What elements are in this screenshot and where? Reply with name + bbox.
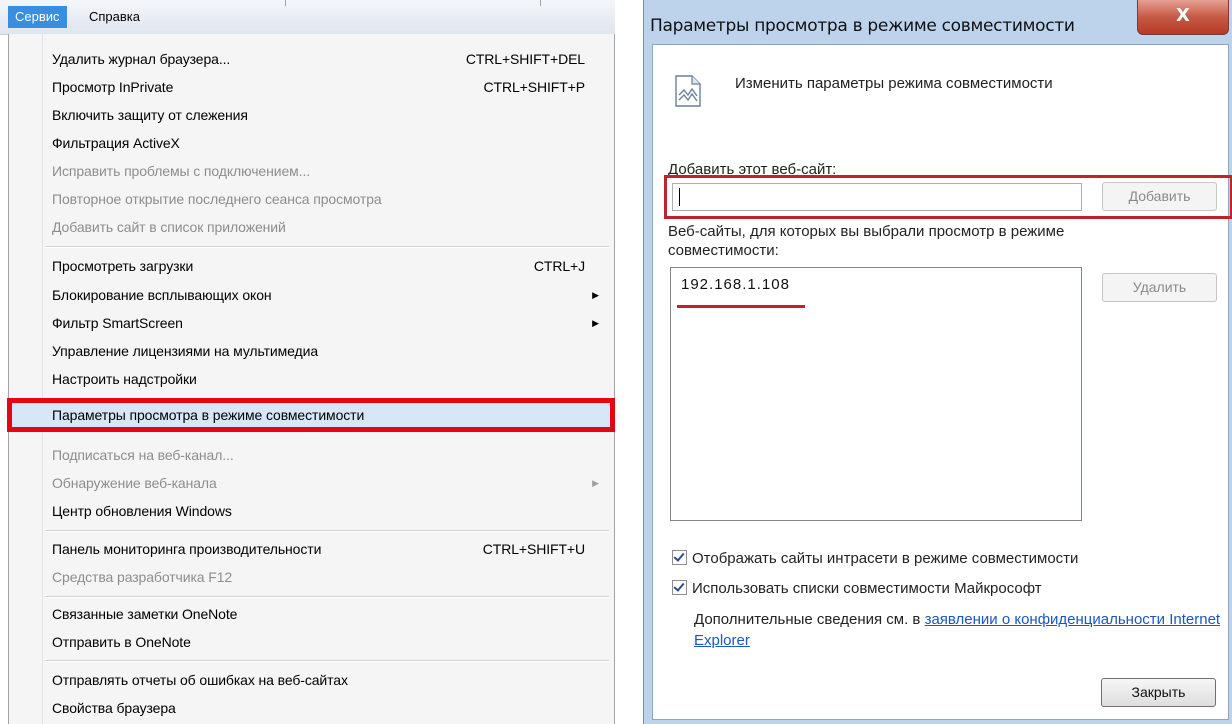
compatibility-view-dialog: Параметры просмотра в режиме совместимос… xyxy=(643,0,1232,724)
menu-item-inprivate[interactable]: Просмотр InPrivate CTRL+SHIFT+P xyxy=(11,74,611,100)
compatibility-page-icon xyxy=(675,75,701,107)
menu-bar: Сервис Справка xyxy=(0,0,615,35)
menu-item-popup-blocker[interactable]: Блокирование всплывающих окон ▶ xyxy=(11,282,611,308)
menu-item-developer-tools: Средства разработчика F12 xyxy=(11,564,611,590)
menu-item-delete-history[interactable]: Удалить журнал браузера... CTRL+SHIFT+DE… xyxy=(11,46,611,72)
menu-item-reopen-session: Повторное открытие последнего сеанса про… xyxy=(11,186,611,212)
dialog-header-text: Изменить параметры режима совместимости xyxy=(735,75,1053,92)
menu-help[interactable]: Справка xyxy=(82,6,147,28)
menu-service[interactable]: Сервис xyxy=(8,6,67,28)
menu-item-label: Отправить в OneNote xyxy=(52,634,191,650)
annotation-highlight-box xyxy=(664,175,1232,219)
checkbox-label: Использовать списки совместимости Майкро… xyxy=(692,580,1042,597)
menu-item-label: Связанные заметки OneNote xyxy=(52,606,238,622)
menu-item-compatibility-view-settings[interactable]: Параметры просмотра в режиме совместимос… xyxy=(7,398,615,432)
menu-item-label: Блокирование всплывающих окон xyxy=(52,287,272,303)
menu-item-label: Просмотр InPrivate xyxy=(52,79,174,95)
intranet-compat-checkbox[interactable] xyxy=(672,550,687,565)
menu-item-shortcut: CTRL+SHIFT+U xyxy=(482,541,585,557)
close-button[interactable]: Закрыть xyxy=(1101,678,1216,707)
menu-item-label: Средства разработчика F12 xyxy=(52,569,233,585)
menu-item-downloads[interactable]: Просмотреть загрузки CTRL+J xyxy=(11,253,611,279)
menu-item-label: Повторное открытие последнего сеанса про… xyxy=(52,191,382,207)
menu-item-fix-connection: Исправить проблемы с подключением... xyxy=(11,158,611,184)
menu-item-label: Добавить сайт в список приложений xyxy=(52,219,286,235)
submenu-arrow-icon: ▶ xyxy=(592,478,599,488)
menu-item-report-website-problems[interactable]: Отправлять отчеты об ошибках на веб-сайт… xyxy=(11,667,611,693)
menu-item-label: Центр обновления Windows xyxy=(52,503,232,519)
dialog-title: Параметры просмотра в режиме совместимос… xyxy=(650,16,1075,36)
menu-item-smartscreen[interactable]: Фильтр SmartScreen ▶ xyxy=(11,310,611,336)
menu-item-label: Фильтр SmartScreen xyxy=(52,315,183,331)
submenu-arrow-icon: ▶ xyxy=(592,290,599,300)
menu-item-shortcut: CTRL+SHIFT+DEL xyxy=(465,51,585,67)
menu-item-media-licenses[interactable]: Управление лицензиями на мультимедиа xyxy=(11,338,611,364)
menu-item-activex-filtering[interactable]: Фильтрация ActiveX xyxy=(11,130,611,156)
menu-item-add-to-apps: Добавить сайт в список приложений xyxy=(11,214,611,240)
remove-button[interactable]: Удалить xyxy=(1102,273,1217,302)
menu-item-label: Обнаружение веб-канала xyxy=(52,475,217,491)
privacy-info-text: Дополнительные сведения см. в заявлении … xyxy=(694,609,1232,651)
menu-item-internet-options[interactable]: Свойства браузера xyxy=(11,695,611,721)
menu-item-shortcut: CTRL+SHIFT+P xyxy=(483,79,586,95)
menu-separator xyxy=(45,660,609,662)
menu-item-label: Просмотреть загрузки xyxy=(52,258,194,274)
menubar-divider xyxy=(540,0,541,6)
menu-item-send-to-onenote[interactable]: Отправить в OneNote xyxy=(11,629,611,655)
menu-item-shortcut: CTRL+J xyxy=(533,258,585,274)
tools-dropdown-menu: Удалить журнал браузера... CTRL+SHIFT+DE… xyxy=(7,34,615,724)
menu-item-feed-discovery: Обнаружение веб-канала ▶ xyxy=(11,470,611,496)
dialog-body: Изменить параметры режима совместимости … xyxy=(652,44,1232,720)
close-icon[interactable]: X xyxy=(1137,0,1229,35)
annotation-underline xyxy=(677,305,805,308)
list-item[interactable]: 192.168.1.108 xyxy=(681,276,790,293)
microsoft-lists-checkbox-row[interactable]: Использовать списки совместимости Майкро… xyxy=(672,580,1042,597)
menu-separator xyxy=(45,530,609,532)
menu-item-label: Панель мониторинга производительности xyxy=(52,541,322,557)
menu-item-performance-dashboard[interactable]: Панель мониторинга производительности CT… xyxy=(11,536,611,562)
submenu-arrow-icon: ▶ xyxy=(592,318,599,328)
menu-item-label: Настроить надстройки xyxy=(52,371,197,387)
info-prefix: Дополнительные сведения см. в xyxy=(694,611,925,628)
menu-item-label: Управление лицензиями на мультимедиа xyxy=(52,343,319,359)
menu-item-label: Включить защиту от слежения xyxy=(52,107,248,123)
menu-item-label: Исправить проблемы с подключением... xyxy=(52,163,311,179)
checkbox-label: Отображать сайты интрасети в режиме совм… xyxy=(692,550,1079,567)
menu-item-tracking-protection[interactable]: Включить защиту от слежения xyxy=(11,102,611,128)
menubar-divider xyxy=(285,0,286,6)
menu-item-onenote-linked-notes[interactable]: Связанные заметки OneNote xyxy=(11,601,611,627)
websites-list-label: Веб-сайты, для которых вы выбрали просмо… xyxy=(668,223,1065,259)
menu-item-label: Фильтрация ActiveX xyxy=(52,135,180,151)
menu-item-label: Свойства браузера xyxy=(52,700,176,716)
menu-item-label: Подписаться на веб-канал... xyxy=(52,447,234,463)
menu-item-label: Удалить журнал браузера... xyxy=(52,51,231,67)
websites-list[interactable]: 192.168.1.108 xyxy=(670,267,1082,521)
menu-item-manage-addons[interactable]: Настроить надстройки xyxy=(11,366,611,392)
menu-item-windows-update[interactable]: Центр обновления Windows xyxy=(11,498,611,524)
microsoft-lists-checkbox[interactable] xyxy=(672,580,687,595)
menu-item-label: Параметры просмотра в режиме совместимос… xyxy=(52,407,365,423)
intranet-compat-checkbox-row[interactable]: Отображать сайты интрасети в режиме совм… xyxy=(672,550,1078,567)
menu-item-subscribe-feed: Подписаться на веб-канал... xyxy=(11,442,611,468)
menu-item-label: Отправлять отчеты об ошибках на веб-сайт… xyxy=(52,672,348,688)
menu-separator xyxy=(45,246,609,248)
menu-separator xyxy=(45,596,609,598)
